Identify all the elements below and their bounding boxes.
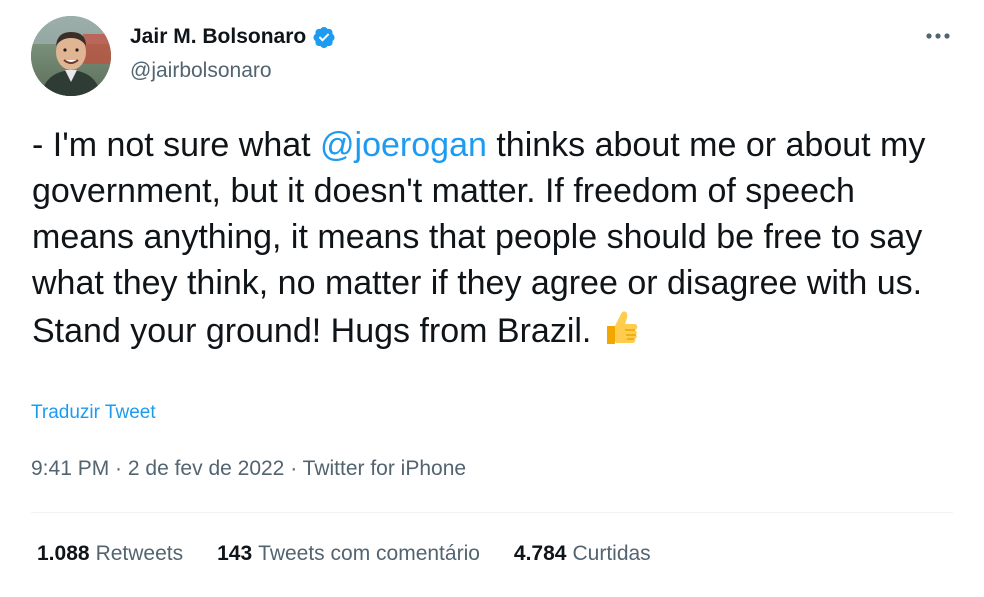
- tweet-text-before: - I'm not sure what: [32, 126, 321, 164]
- author-name-row: Jair M. Bolsonaro: [130, 24, 336, 50]
- likes-count: 4.784: [513, 542, 567, 565]
- tweet-stats: 1.088 Retweets 143 Tweets com comentário 4…: [37, 540, 651, 568]
- translate-tweet-link[interactable]: Traduzir Tweet: [31, 402, 156, 424]
- verified-badge-icon: [312, 25, 336, 49]
- tweet-meta: 9:41 PM · 2 de fev de 2022 · Twitter for…: [31, 455, 466, 483]
- tweet-text: - I'm not sure what @joerogan thinks abo…: [32, 122, 962, 354]
- likes-label: Curtidas: [572, 542, 651, 565]
- more-horizontal-icon: [926, 33, 950, 39]
- quotes-stat[interactable]: 143 Tweets com comentário: [217, 540, 480, 568]
- tweet-source[interactable]: Twitter for iPhone: [303, 457, 466, 480]
- avatar-image: [31, 16, 111, 96]
- avatar[interactable]: [31, 16, 111, 96]
- retweets-label: Retweets: [95, 542, 184, 565]
- retweets-stat[interactable]: 1.088 Retweets: [37, 540, 183, 568]
- thumbs-up-icon: [599, 306, 641, 348]
- quotes-label: Tweets com comentário: [258, 542, 480, 565]
- author-handle[interactable]: @jairbolsonaro: [130, 58, 272, 84]
- tweet-date[interactable]: 2 de fev de 2022: [128, 457, 284, 480]
- more-options-button[interactable]: [924, 22, 952, 50]
- mention-link[interactable]: @joerogan: [320, 126, 487, 164]
- meta-separator: ·: [109, 457, 128, 480]
- tweet-card: Jair M. Bolsonaro @jairbolsonaro - I'm n…: [0, 0, 984, 597]
- quotes-count: 143: [217, 542, 253, 565]
- likes-stat[interactable]: 4.784 Curtidas: [514, 540, 651, 568]
- divider: [31, 512, 953, 513]
- retweets-count: 1.088: [37, 542, 90, 565]
- meta-separator-2: ·: [284, 457, 303, 480]
- author-display-name[interactable]: Jair M. Bolsonaro: [130, 24, 306, 50]
- tweet-time[interactable]: 9:41 PM: [31, 457, 109, 480]
